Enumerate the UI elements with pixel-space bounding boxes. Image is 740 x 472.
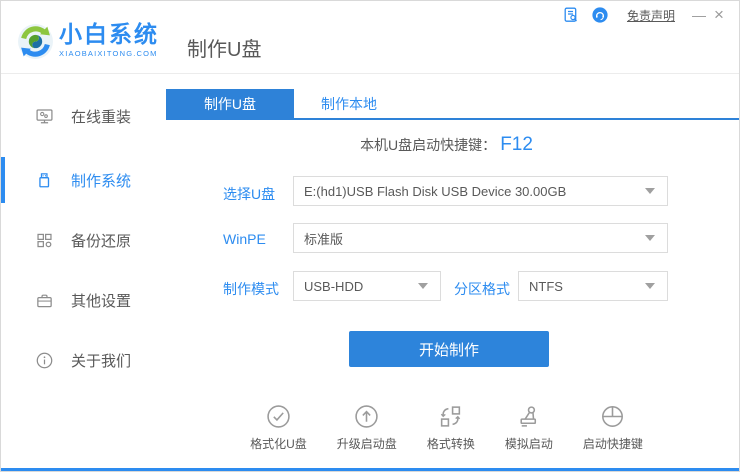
tool-label: 格式化U盘 (250, 435, 307, 452)
sidebar-item-label: 制作系统 (71, 170, 131, 191)
tab-make-local[interactable]: 制作本地 (294, 89, 404, 118)
disclaimer-doc-icon[interactable] (563, 7, 579, 23)
sidebar-item-make-system[interactable]: 制作系统 (1, 160, 164, 200)
winpe-value: 标准版 (304, 229, 343, 248)
window-bottom-accent (1, 468, 739, 471)
partition-format-dropdown[interactable]: NTFS (518, 271, 668, 301)
titlebar-controls: 免责声明 — × (563, 5, 729, 25)
tool-label: 模拟启动 (505, 435, 553, 452)
close-button[interactable]: × (709, 5, 729, 25)
tool-label: 格式转换 (427, 435, 475, 452)
usb-select-dropdown[interactable]: E:(hd1)USB Flash Disk USB Device 30.00GB (293, 176, 668, 206)
tool-format-usb[interactable]: 格式化U盘 (250, 404, 307, 452)
dropdown-caret-icon (645, 283, 655, 289)
winpe-label: WinPE (223, 231, 266, 247)
briefcase-settings-icon (35, 291, 54, 310)
dropdown-caret-icon (418, 283, 428, 289)
partition-format-value: NTFS (529, 279, 563, 294)
usb-select-value: E:(hd1)USB Flash Disk USB Device 30.00GB (304, 184, 566, 199)
brand-text: 小白系统 XIAOBAIXITONG.COM (59, 22, 159, 58)
boot-hotkey-value: F12 (500, 134, 533, 156)
partition-format-label: 分区格式 (454, 279, 510, 299)
dropdown-caret-icon (645, 188, 655, 194)
bottom-tools: 格式化U盘 升级启动盘 格式转换 (166, 404, 727, 452)
sidebar-item-label: 关于我们 (71, 350, 131, 371)
tool-upgrade-boot-disk[interactable]: 升级启动盘 (337, 404, 397, 452)
minimize-button[interactable]: — (689, 5, 709, 25)
sidebar-item-backup-restore[interactable]: 备份还原 (1, 220, 164, 260)
info-circle-icon (35, 351, 54, 370)
sidebar-item-about-us[interactable]: 关于我们 (1, 340, 164, 380)
header-divider (1, 73, 739, 74)
tab-underline (166, 118, 739, 120)
monitor-reinstall-icon (35, 107, 54, 126)
usb-select-label: 选择U盘 (223, 184, 275, 204)
sidebar-item-label: 其他设置 (71, 290, 131, 311)
mouse-icon (600, 404, 625, 429)
tool-boot-hotkey[interactable]: 启动快捷键 (583, 404, 643, 452)
make-mode-value: USB-HDD (304, 279, 363, 294)
boot-hotkey-hint: 本机U盘启动快捷键： F12 (166, 132, 727, 158)
boot-hotkey-label: 本机U盘启动快捷键： (360, 135, 496, 155)
page-title: 制作U盘 (187, 33, 261, 62)
tool-format-convert[interactable]: 格式转换 (427, 404, 475, 452)
brand-logo (17, 23, 54, 60)
winpe-dropdown[interactable]: 标准版 (293, 223, 668, 253)
make-mode-label: 制作模式 (223, 279, 279, 299)
sidebar-item-label: 备份还原 (71, 230, 131, 251)
app-window: 小白系统 XIAOBAIXITONG.COM 制作U盘 免责声明 — × (0, 0, 740, 472)
sidebar-item-other-settings[interactable]: 其他设置 (1, 280, 164, 320)
brand-name: 小白系统 (59, 22, 159, 47)
sidebar-item-label: 在线重装 (71, 106, 131, 127)
make-mode-dropdown[interactable]: USB-HDD (293, 271, 441, 301)
check-circle-icon (266, 404, 291, 429)
backup-grid-icon (35, 231, 54, 250)
tool-simulate-boot[interactable]: 模拟启动 (505, 404, 553, 452)
stamp-icon (516, 404, 541, 429)
convert-icon (438, 404, 463, 429)
dropdown-caret-icon (645, 235, 655, 241)
brand-subtitle: XIAOBAIXITONG.COM (59, 49, 159, 58)
tab-make-usb[interactable]: 制作U盘 (166, 89, 294, 118)
sidebar-item-online-reinstall[interactable]: 在线重装 (1, 96, 164, 136)
upload-circle-icon (354, 404, 379, 429)
start-make-button[interactable]: 开始制作 (349, 331, 549, 367)
usb-drive-icon (35, 171, 54, 190)
tool-label: 升级启动盘 (337, 435, 397, 452)
disclaimer-link[interactable]: 免责声明 (627, 7, 675, 24)
tool-label: 启动快捷键 (583, 435, 643, 452)
customer-service-icon[interactable] (592, 7, 608, 23)
